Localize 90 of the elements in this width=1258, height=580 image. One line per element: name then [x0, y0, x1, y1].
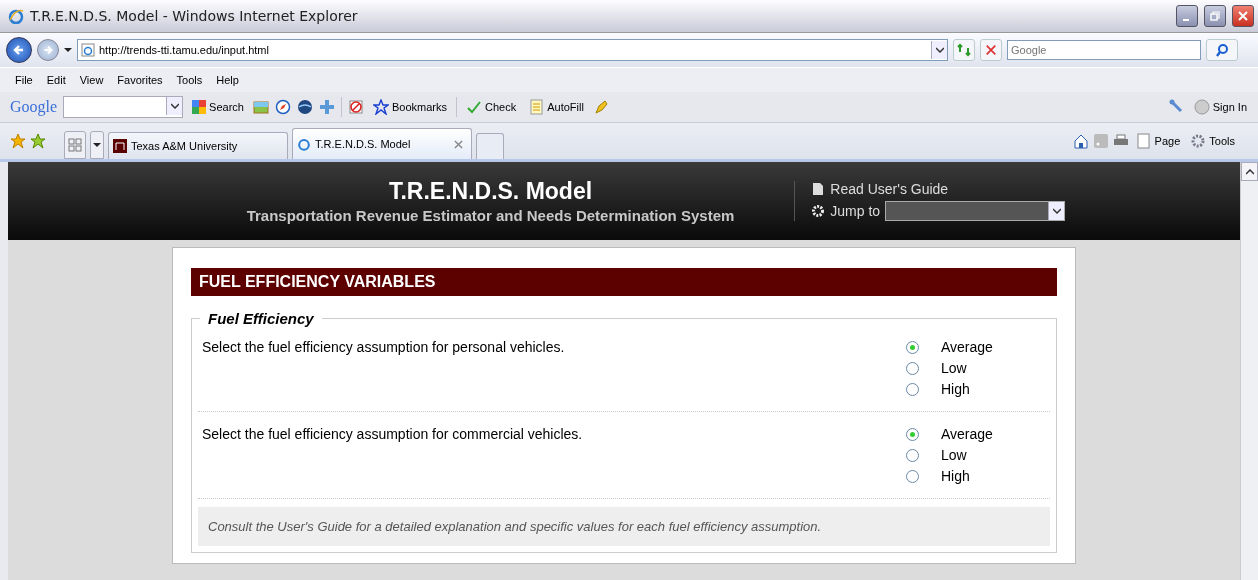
- fieldset-legend: Fuel Efficiency: [200, 310, 322, 327]
- question-text: Select the fuel efficiency assumption for commercial vehicles.: [202, 426, 583, 444]
- menu-item[interactable]: File: [8, 74, 40, 86]
- close-button[interactable]: [1232, 5, 1254, 27]
- site-subtitle: Transportation Revenue Estimator and Needs Determination System: [246, 207, 735, 224]
- close-tab-icon[interactable]: [454, 139, 463, 149]
- radio-button[interactable]: [906, 469, 919, 483]
- radio-option[interactable]: High: [906, 381, 1046, 397]
- blocked-popup-icon[interactable]: [347, 99, 364, 115]
- star-icon: [372, 99, 389, 115]
- wrench-icon[interactable]: [1168, 99, 1185, 115]
- menu-item[interactable]: Tools: [169, 74, 210, 86]
- page-icon: [1135, 133, 1152, 149]
- radio-button[interactable]: [906, 448, 919, 462]
- globe-icon[interactable]: [296, 99, 313, 115]
- gear-icon: [1190, 133, 1207, 149]
- minimize-button[interactable]: [1176, 5, 1198, 27]
- tab-favicon-icon: [113, 139, 127, 153]
- browser-tab[interactable]: Texas A&M University: [108, 132, 288, 159]
- image-icon[interactable]: [252, 99, 269, 115]
- grid-icon: [68, 138, 82, 152]
- search-field[interactable]: Google: [1007, 40, 1201, 60]
- caret-icon: [93, 142, 101, 148]
- circle-icon: [1193, 99, 1210, 115]
- compass-icon[interactable]: [274, 99, 291, 115]
- back-button[interactable]: [6, 37, 32, 63]
- forward-button[interactable]: [37, 39, 59, 61]
- radio-button[interactable]: [906, 427, 919, 441]
- browser-logo-icon: [8, 8, 24, 24]
- caret-icon[interactable]: [64, 47, 72, 53]
- page-icon: [81, 43, 95, 57]
- add-favorite-icon[interactable]: [30, 133, 46, 149]
- notepad-icon: [528, 99, 545, 115]
- sign-in-button[interactable]: Sign In: [1190, 99, 1250, 115]
- radio-button[interactable]: [906, 382, 919, 396]
- checkmark-icon: [466, 99, 482, 115]
- chevron-down-icon[interactable]: [935, 47, 944, 53]
- address-field[interactable]: http://trends-tti.tamu.edu/input.html: [77, 39, 948, 61]
- restore-icon: [1210, 11, 1220, 21]
- spell-check-button[interactable]: Check: [463, 99, 520, 115]
- chevron-down-icon[interactable]: [170, 103, 179, 109]
- jump-to-dropdown[interactable]: [885, 201, 1066, 221]
- refresh-icon: [957, 43, 971, 57]
- radio-option[interactable]: Average: [906, 426, 1046, 442]
- radio-option[interactable]: High: [906, 468, 1046, 484]
- window-title: T.R.E.N.D.S. Model - Windows Internet Explorer: [30, 8, 358, 24]
- gear-icon: [811, 204, 826, 218]
- site-title: T.R.E.N.D.S. Model: [388, 178, 593, 205]
- section-title: FUEL EFFICIENCY VARIABLES: [191, 268, 1057, 296]
- radio-option[interactable]: Low: [906, 447, 1046, 463]
- stop-button[interactable]: [980, 39, 1002, 61]
- question-text: Select the fuel efficiency assumption for personal vehicles.: [202, 339, 565, 357]
- restore-button[interactable]: [1204, 5, 1226, 27]
- search-button[interactable]: [1206, 39, 1238, 61]
- plus-icon[interactable]: [318, 99, 335, 115]
- radio-option[interactable]: Low: [906, 360, 1046, 376]
- new-tab-button[interactable]: [476, 133, 504, 159]
- tab-list-button[interactable]: [90, 131, 104, 159]
- scrollbar[interactable]: [1240, 162, 1258, 580]
- home-icon[interactable]: [1072, 133, 1089, 149]
- browser-tab[interactable]: T.R.E.N.D.S. Model: [292, 128, 472, 159]
- menu-item[interactable]: Edit: [39, 74, 73, 86]
- help-note: Consult the User's Guide for a detailed explanation and specific values for each fuel efficiency assumption.: [198, 507, 1050, 546]
- chevron-down-icon[interactable]: [1052, 208, 1061, 214]
- tools-menu-button[interactable]: Tools: [1187, 133, 1238, 149]
- document-icon: [811, 182, 826, 196]
- page-menu-button[interactable]: Page: [1132, 133, 1184, 149]
- google-logo: Google: [10, 98, 58, 116]
- search-button[interactable]: Search: [189, 100, 247, 114]
- users-guide-link[interactable]: Read User's Guide: [830, 181, 949, 197]
- scroll-up-icon[interactable]: [1245, 168, 1254, 175]
- search-icon: [1215, 43, 1229, 57]
- radio-button[interactable]: [906, 340, 919, 354]
- menu-item[interactable]: Help: [209, 74, 246, 86]
- toolbar-search-field[interactable]: [63, 96, 184, 118]
- favorites-star-icon[interactable]: [10, 133, 26, 149]
- squares-icon: [192, 100, 207, 114]
- minimize-icon: [1182, 19, 1189, 21]
- highlighter-icon[interactable]: [592, 99, 609, 115]
- autofill-button[interactable]: AutoFill: [525, 99, 587, 115]
- radio-option[interactable]: Average: [906, 339, 1046, 355]
- bookmarks-button[interactable]: Bookmarks: [369, 99, 450, 115]
- close-icon: [1238, 11, 1248, 21]
- radio-button[interactable]: [906, 361, 919, 375]
- tab-favicon-icon: [297, 137, 311, 151]
- jump-to-label: Jump to: [830, 203, 881, 219]
- menu-item[interactable]: View: [72, 74, 111, 86]
- stop-icon: [985, 44, 997, 56]
- refresh-button[interactable]: [953, 39, 975, 61]
- menu-item[interactable]: Favorites: [110, 74, 170, 86]
